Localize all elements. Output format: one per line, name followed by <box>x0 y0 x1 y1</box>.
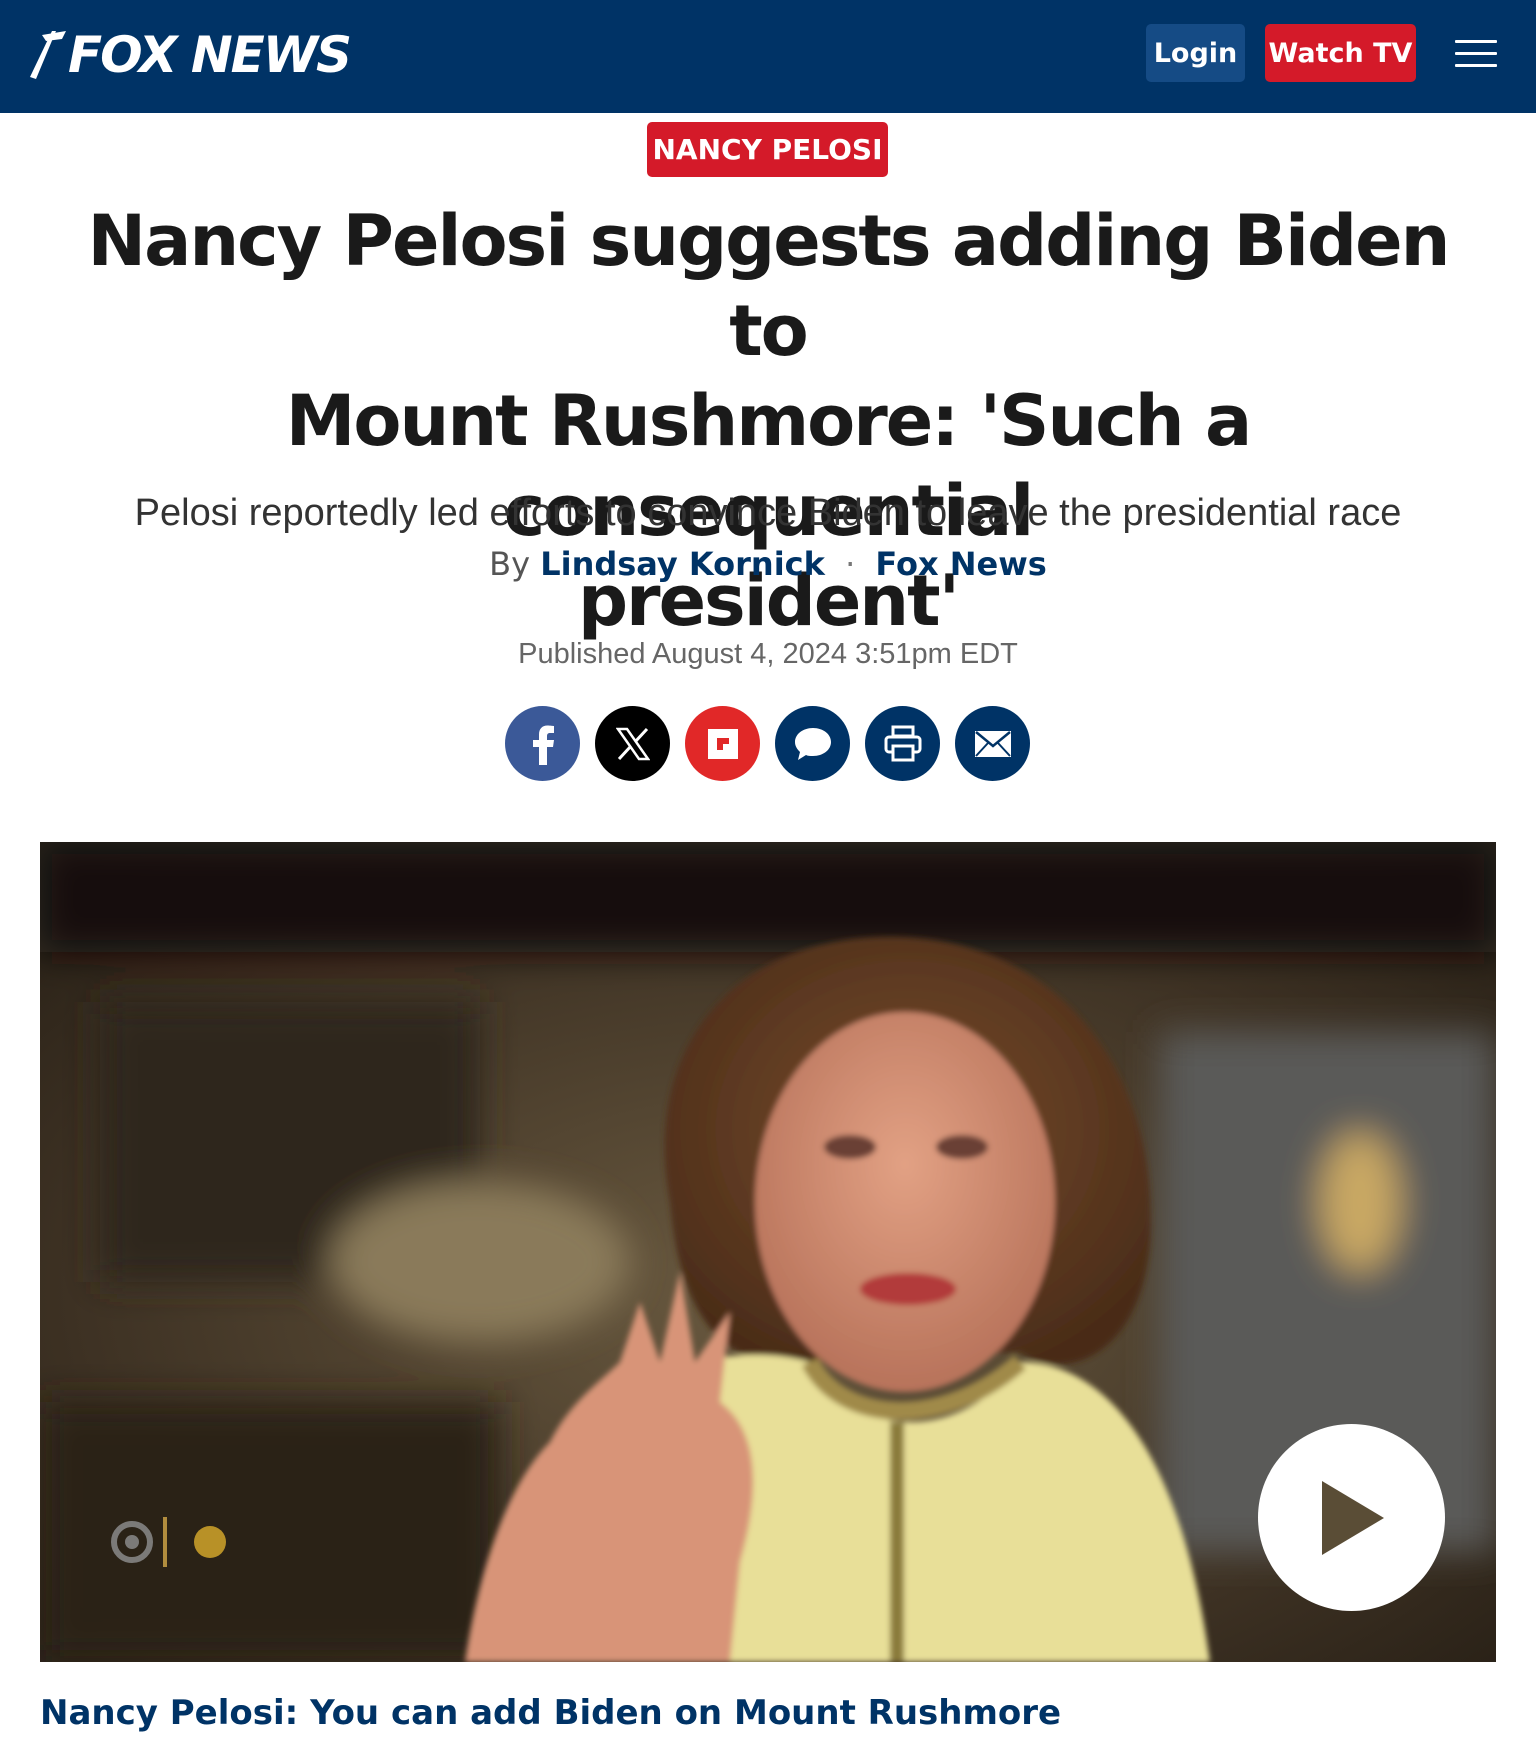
site-header: FOX NEWS Login Watch TV <box>0 0 1536 113</box>
logo-text: FOX NEWS <box>68 26 352 84</box>
flipboard-icon[interactable] <box>685 706 760 781</box>
login-button[interactable]: Login <box>1146 24 1245 82</box>
byline: By Lindsay Kornick · Fox News <box>0 542 1536 586</box>
byline-prefix: By <box>489 545 531 583</box>
article-subhead: Pelosi reportedly led efforts to convinc… <box>134 492 1402 534</box>
category-badge[interactable]: NANCY PELOSI <box>647 122 888 177</box>
print-icon[interactable] <box>865 706 940 781</box>
play-button[interactable] <box>1258 1424 1445 1611</box>
play-icon <box>1321 1480 1384 1555</box>
outlet-link[interactable]: Fox News <box>875 545 1046 583</box>
author-link[interactable]: Lindsay Kornick <box>540 545 825 583</box>
facebook-icon[interactable] <box>505 706 580 781</box>
published-date: Published August 4, 2024 3:51pm EDT <box>518 638 1018 670</box>
share-bar <box>505 706 1030 781</box>
watch-tv-button[interactable]: Watch TV <box>1265 24 1416 82</box>
searchlight-icon <box>30 31 66 79</box>
fox-news-logo[interactable]: FOX NEWS <box>28 24 352 86</box>
headline-line: Nancy Pelosi suggests adding Biden to <box>87 200 1451 372</box>
byline-separator: · <box>845 545 856 583</box>
hamburger-menu-icon[interactable] <box>1455 40 1497 68</box>
video-caption[interactable]: Nancy Pelosi: You can add Biden on Mount… <box>40 1690 1496 1736</box>
x-icon[interactable] <box>595 706 670 781</box>
comment-icon[interactable] <box>775 706 850 781</box>
email-icon[interactable] <box>955 706 1030 781</box>
